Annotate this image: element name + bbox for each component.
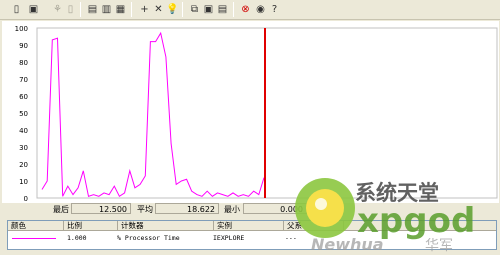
last-value: 12.500 [71, 203, 131, 214]
watermark: 系统天堂 xpgod Newhua 华军 [285, 170, 500, 255]
y-tick-label: 50 [19, 110, 28, 118]
new-counter-set-icon[interactable]: ▯ [10, 3, 23, 16]
y-tick-label: 80 [19, 59, 28, 67]
y-tick-label: 20 [19, 161, 28, 169]
sub-en-text: Newhua [311, 235, 384, 254]
view-current-activity-icon[interactable]: ⚘ [51, 3, 64, 16]
toolbar-separator [182, 2, 183, 17]
toolbar-separator [131, 2, 132, 17]
row-instance: IEXPLORE [213, 234, 245, 242]
highlight-icon[interactable]: 💡 [166, 3, 179, 16]
toolbar-separator [80, 2, 81, 17]
last-label: 最后 [53, 205, 69, 214]
properties-icon[interactable]: ▤ [216, 3, 229, 16]
header-instance[interactable]: 实例 [214, 221, 284, 231]
watermark-logo: 系统天堂 xpgod Newhua 华军 [295, 178, 475, 254]
clear-display-icon[interactable]: ▣ [27, 3, 40, 16]
y-tick-label: 100 [15, 25, 28, 33]
paste-counter-list-icon[interactable]: ▣ [202, 3, 215, 16]
y-tick-label: 90 [19, 42, 28, 50]
view-log-data-icon[interactable]: ▯ [64, 3, 77, 16]
logo-highlight [315, 198, 327, 210]
row-counter: % Processor Time [117, 234, 180, 242]
help-icon[interactable]: ? [268, 3, 281, 16]
header-counter[interactable]: 计数器 [118, 221, 214, 231]
average-label: 平均 [137, 205, 153, 214]
average-value: 18.622 [155, 203, 219, 214]
y-tick-label: 40 [19, 127, 28, 135]
series-color-swatch [12, 238, 56, 239]
freeze-display-icon[interactable]: ⊗ [239, 3, 252, 16]
toolbar-separator [233, 2, 234, 17]
y-tick-label: 0 [24, 195, 28, 203]
row-scale: 1.000 [67, 234, 87, 242]
header-color[interactable]: 颜色 [8, 221, 64, 231]
view-histogram-icon[interactable]: ▥ [100, 3, 113, 16]
y-tick-label: 70 [19, 76, 28, 84]
view-graph-icon[interactable]: ▤ [86, 3, 99, 16]
sub-cn-text: 华军 [425, 238, 453, 254]
header-scale[interactable]: 比例 [64, 221, 118, 231]
y-tick-label: 10 [19, 178, 28, 186]
delete-counter-icon[interactable]: ✕ [152, 3, 165, 16]
add-counter-icon[interactable]: + [138, 3, 151, 16]
view-report-icon[interactable]: ▦ [114, 3, 127, 16]
y-tick-label: 60 [19, 93, 28, 101]
toolbar: ▯ ▣ ⚘ ▯ ▤ ▥ ▦ + ✕ 💡 ⧉ ▣ ▤ ⊗ ◉ ? [0, 0, 500, 20]
copy-properties-icon[interactable]: ⧉ [188, 3, 201, 16]
y-tick-label: 30 [19, 144, 28, 152]
minimum-label: 最小 [224, 205, 240, 214]
update-data-icon[interactable]: ◉ [254, 3, 267, 16]
